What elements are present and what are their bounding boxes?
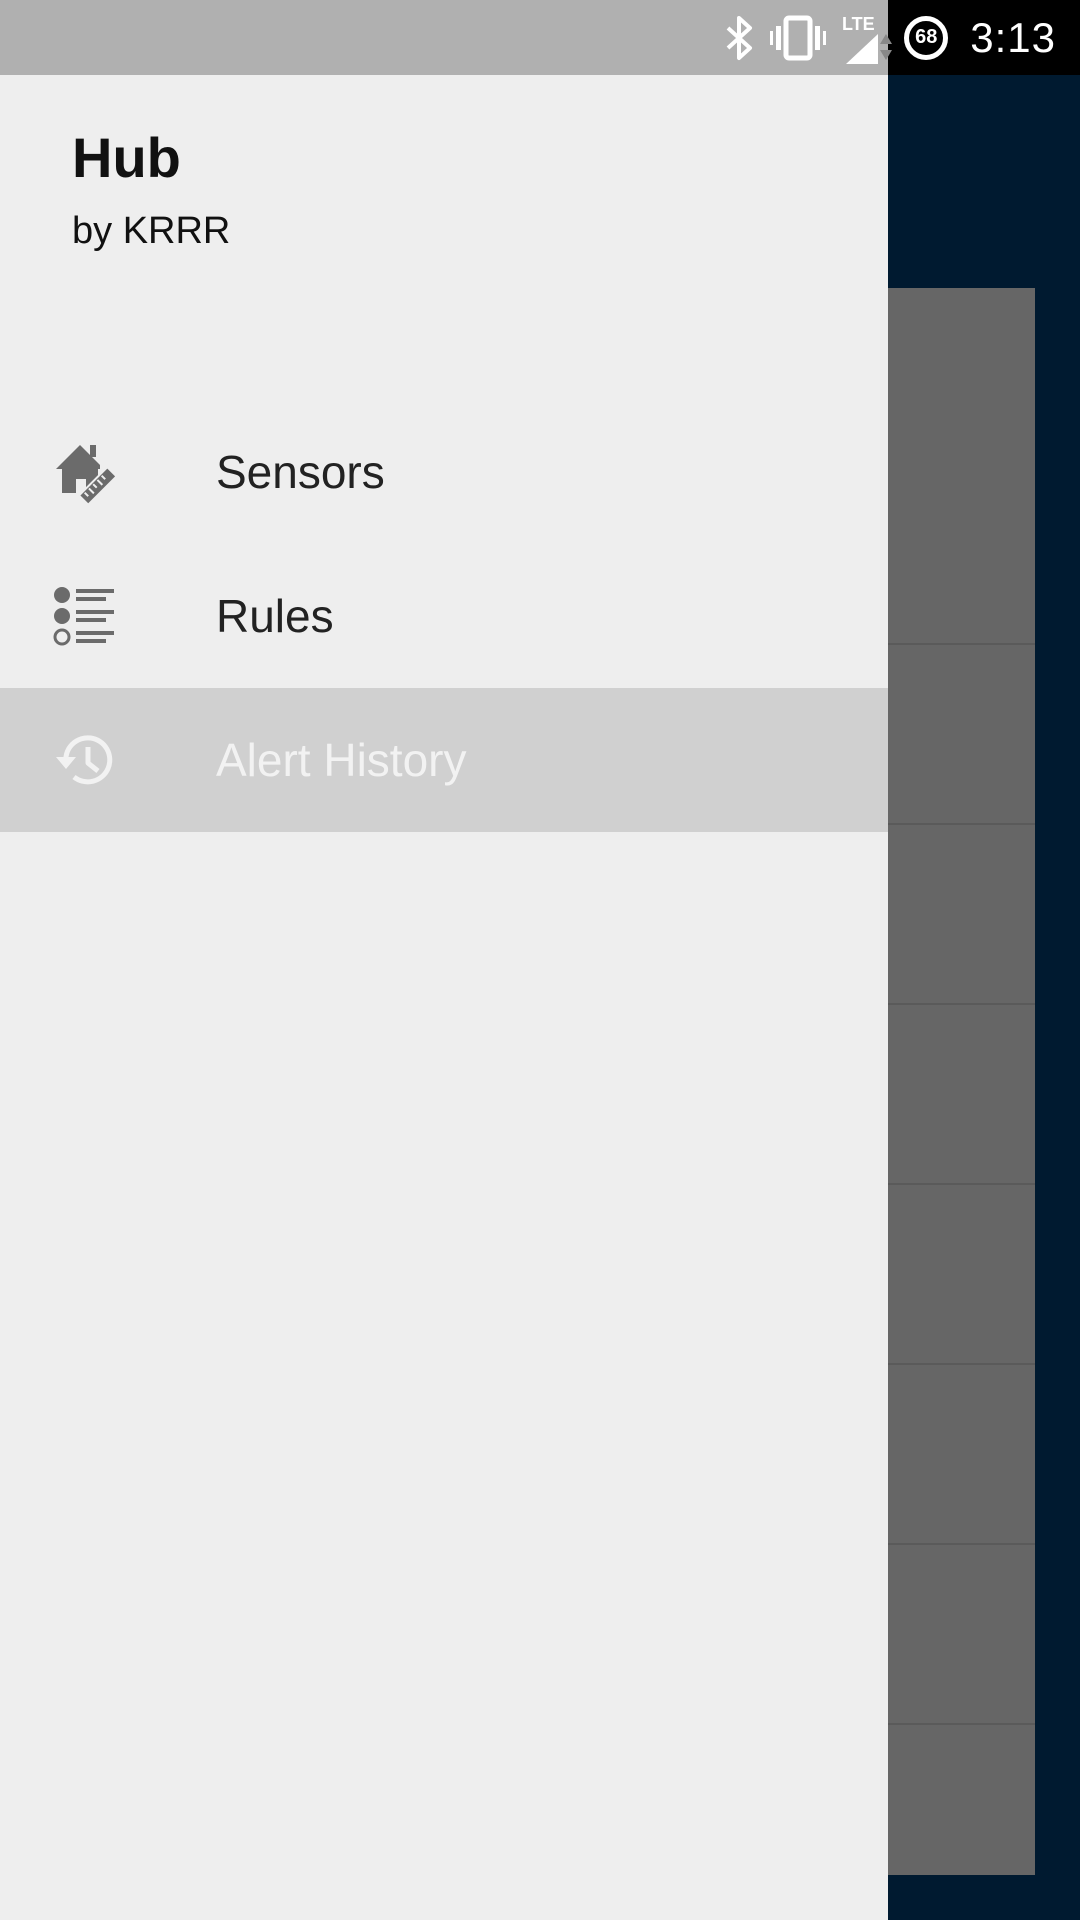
drawer-header: Hub by KRRR [72, 126, 231, 252]
nav-item-label: Rules [216, 590, 334, 642]
list-divider [888, 1723, 1035, 1725]
list-divider [888, 1003, 1035, 1005]
network-type-label: LTE [842, 14, 875, 34]
nav-item-sensors[interactable]: Sensors [0, 400, 888, 544]
list-divider [888, 1363, 1035, 1365]
vibrate-icon [770, 14, 827, 62]
home-ruler-icon [52, 439, 118, 505]
status-bar: LTE 68 3:13 [0, 0, 1080, 75]
app-title: Hub [72, 126, 181, 189]
nav-item-alert-history[interactable]: Alert History [0, 688, 888, 832]
background-list-panel [888, 288, 1035, 1875]
app-subtitle: by KRRR [72, 210, 231, 252]
battery-level: 68 [915, 26, 938, 48]
history-icon [52, 727, 118, 793]
nav-item-label: Sensors [216, 446, 385, 498]
list-divider [888, 643, 1035, 645]
list-divider [888, 1543, 1035, 1545]
list-icon [52, 583, 118, 649]
nav-item-rules[interactable]: Rules [0, 544, 888, 688]
drawer-nav-list: Sensors Rules Alert History [0, 400, 888, 832]
lte-signal-icon: LTE [840, 8, 896, 68]
list-divider [888, 1183, 1035, 1185]
nav-item-label: Alert History [216, 734, 467, 786]
list-divider [888, 823, 1035, 825]
bluetooth-icon [722, 14, 756, 62]
battery-icon: 68 [904, 15, 949, 60]
navigation-drawer: Hub by KRRR Sensors Rules Alert History [0, 75, 888, 1920]
status-clock: 3:13 [970, 13, 1056, 61]
status-icons: LTE 68 3:13 [722, 0, 1080, 75]
